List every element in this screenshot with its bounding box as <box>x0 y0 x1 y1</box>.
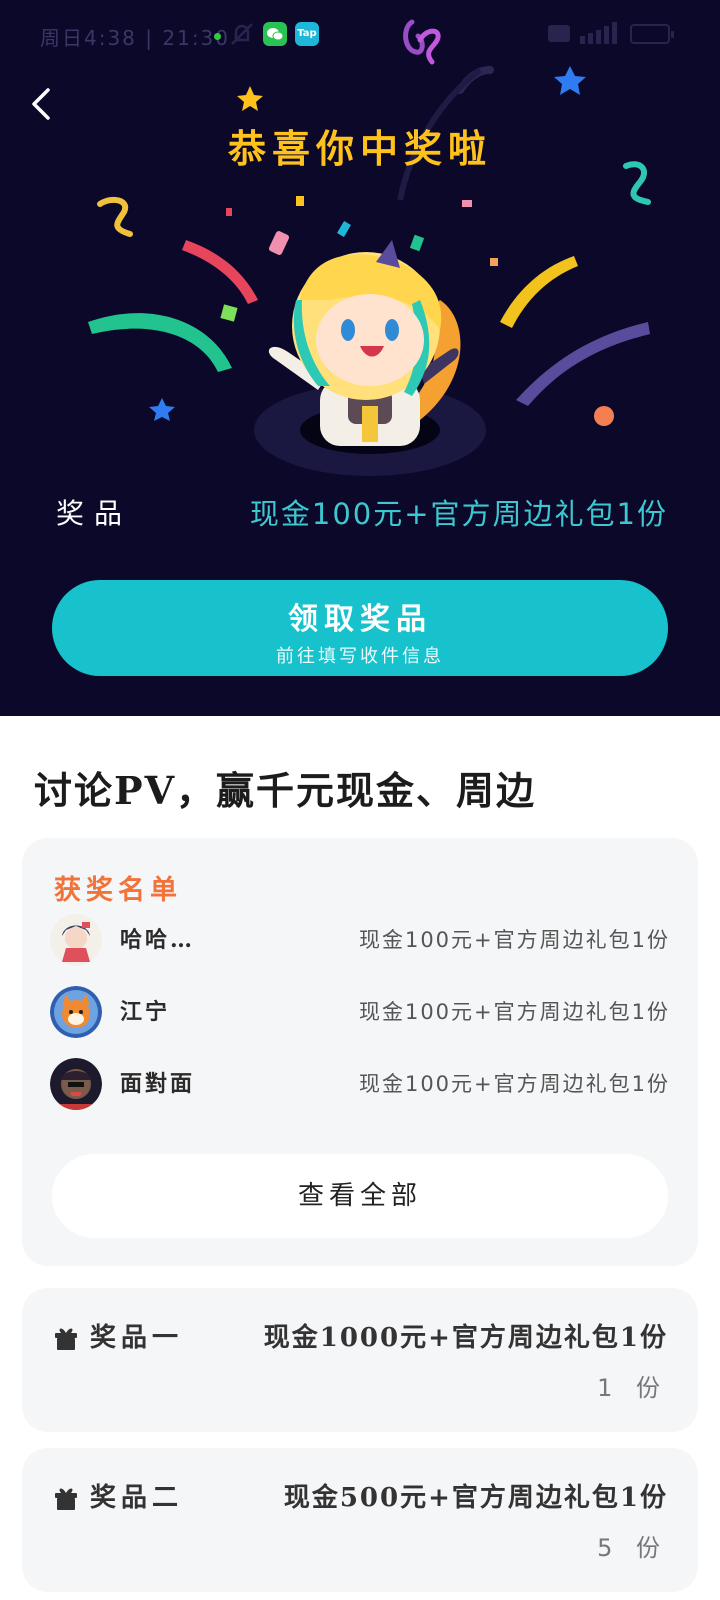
prize-tier-count: 1 份 <box>597 1374 668 1402</box>
winner-name: 哈哈… <box>120 927 196 953</box>
gift-icon <box>55 1488 77 1510</box>
list-item[interactable]: 江宁 现金100元+官方周边礼包1份 <box>50 986 670 1040</box>
winners-heading: 获奖名单 <box>54 875 182 906</box>
winner-name: 江宁 <box>120 999 171 1025</box>
congrats-title: 恭喜你中奖啦 <box>227 126 492 171</box>
celebration-illustration <box>88 66 651 476</box>
winner-prize: 现金100元+官方周边礼包1份 <box>358 1072 670 1096</box>
avatar <box>50 1058 102 1110</box>
prize-tier-card: 奖品一 现金1000元+官方周边礼包1份 1 份 <box>22 1288 698 1432</box>
prize-tier-label: 奖品一 <box>90 1323 184 1353</box>
prize-tier-card: 奖品二 现金500元+官方周边礼包1份 5 份 <box>22 1448 698 1592</box>
prize-value: 现金100元+官方周边礼包1份 <box>249 497 668 531</box>
winner-prize: 现金100元+官方周边礼包1份 <box>358 928 670 952</box>
prize-tier-label: 奖品二 <box>90 1483 184 1513</box>
avatar <box>50 986 102 1038</box>
claim-button-label: 领取奖品 <box>288 602 432 637</box>
prize-hero: 周日4:38 | 21:30 Tap 恭喜你中奖啦 奖品 现金100元+官方周边… <box>0 0 720 716</box>
claim-prize-button[interactable]: 领取奖品 前往填写收件信息 <box>52 580 668 676</box>
prize-tier-content: 现金1000元+官方周边礼包1份 <box>263 1323 668 1353</box>
won-prize-row: 奖品 现金100元+官方周边礼包1份 <box>56 492 668 536</box>
claim-button-sublabel: 前往填写收件信息 <box>276 646 444 667</box>
prize-label: 奖品 <box>56 497 133 530</box>
gift-icon <box>55 1328 77 1350</box>
winner-name: 面對面 <box>120 1071 196 1097</box>
winner-prize: 现金100元+官方周边礼包1份 <box>358 1000 670 1024</box>
event-title: 讨论PV，赢千元现金、周边 <box>34 768 537 813</box>
prize-tier-content: 现金500元+官方周边礼包1份 <box>283 1483 668 1513</box>
prize-tier-count: 5 份 <box>597 1534 668 1562</box>
winners-list-card: 获奖名单 哈哈… 现金100元+官方周边礼包1份 江宁 现金100元+官方周边礼… <box>22 838 698 1266</box>
avatar <box>50 914 102 966</box>
list-item[interactable]: 面對面 现金100元+官方周边礼包1份 <box>50 1058 670 1112</box>
list-item[interactable]: 哈哈… 现金100元+官方周边礼包1份 <box>50 914 670 968</box>
view-all-button[interactable]: 查看全部 <box>52 1154 668 1238</box>
